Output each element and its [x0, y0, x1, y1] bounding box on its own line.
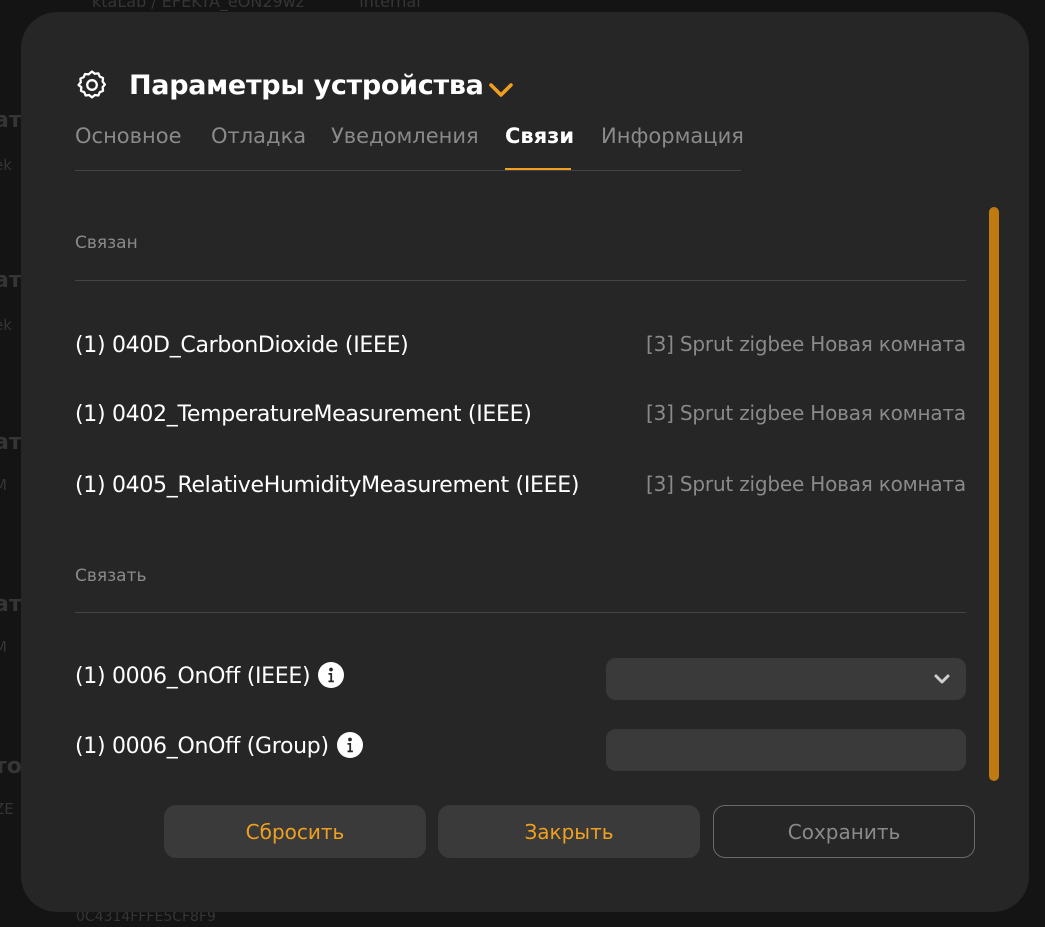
- background-heading: ат: [0, 268, 22, 293]
- chevron-down-icon: [934, 674, 950, 684]
- info-icon[interactable]: [336, 732, 363, 758]
- dialog-title: Параметры устройства: [129, 70, 484, 101]
- close-button[interactable]: Закрыть: [438, 805, 700, 858]
- background-subtext: M: [0, 638, 7, 656]
- background-heading: то: [0, 754, 22, 779]
- tab-information[interactable]: Информация: [601, 124, 744, 148]
- bind-group-input[interactable]: [606, 729, 966, 771]
- save-button[interactable]: Сохранить: [713, 805, 975, 858]
- info-icon[interactable]: [318, 662, 345, 688]
- section-divider: [75, 280, 966, 281]
- bound-section-label: Связан: [75, 233, 138, 253]
- bound-target: [3] Sprut zigbee Новая комната: [646, 472, 966, 496]
- bind-cluster-row: (1) 0006_OnOff (IEEE): [75, 662, 345, 689]
- device-settings-dialog: Параметры устройства Основное Отладка Ув…: [21, 12, 1029, 912]
- background-heading: ат: [0, 592, 22, 617]
- bind-target-select[interactable]: [606, 658, 966, 700]
- background-subtext: ZE: [0, 800, 14, 818]
- tab-general[interactable]: Основное: [75, 124, 182, 148]
- bind-cluster-name: (1) 0006_OnOff (IEEE): [75, 664, 311, 689]
- tab-bindings[interactable]: Связи: [505, 124, 574, 148]
- bind-cluster-row: (1) 0006_OnOff (Group): [75, 732, 363, 759]
- bound-target: [3] Sprut zigbee Новая комната: [646, 332, 966, 356]
- tab-bar: Основное Отладка Уведомления Связи Инфор…: [75, 120, 744, 171]
- bound-cluster-name: (1) 0405_RelativeHumidityMeasurement (IE…: [75, 473, 580, 498]
- background-heading: ат: [0, 430, 22, 455]
- chevron-down-icon[interactable]: [485, 76, 517, 104]
- reset-button[interactable]: Сбросить: [164, 805, 426, 858]
- section-divider: [75, 612, 966, 613]
- bound-cluster-name: (1) 040D_CarbonDioxide (IEEE): [75, 333, 409, 358]
- bound-cluster-name: (1) 0402_TemperatureMeasurement (IEEE): [75, 402, 532, 427]
- bound-target: [3] Sprut zigbee Новая комната: [646, 401, 966, 425]
- background-subtext: ek: [0, 156, 12, 174]
- gear-icon: [77, 70, 107, 99]
- background-breadcrumb: ktaLab / EFEKTA_eON29wz internal: [92, 0, 421, 11]
- background-subtext: ek: [0, 316, 12, 334]
- tab-notifications[interactable]: Уведомления: [331, 124, 479, 148]
- scrollbar[interactable]: [989, 207, 999, 781]
- tab-debug[interactable]: Отладка: [211, 124, 306, 148]
- background-heading: ат: [0, 108, 22, 133]
- bind-section-label: Связать: [75, 566, 147, 586]
- active-tab-indicator: [505, 168, 571, 170]
- background-subtext: M: [0, 476, 7, 494]
- bind-cluster-name: (1) 0006_OnOff (Group): [75, 734, 329, 759]
